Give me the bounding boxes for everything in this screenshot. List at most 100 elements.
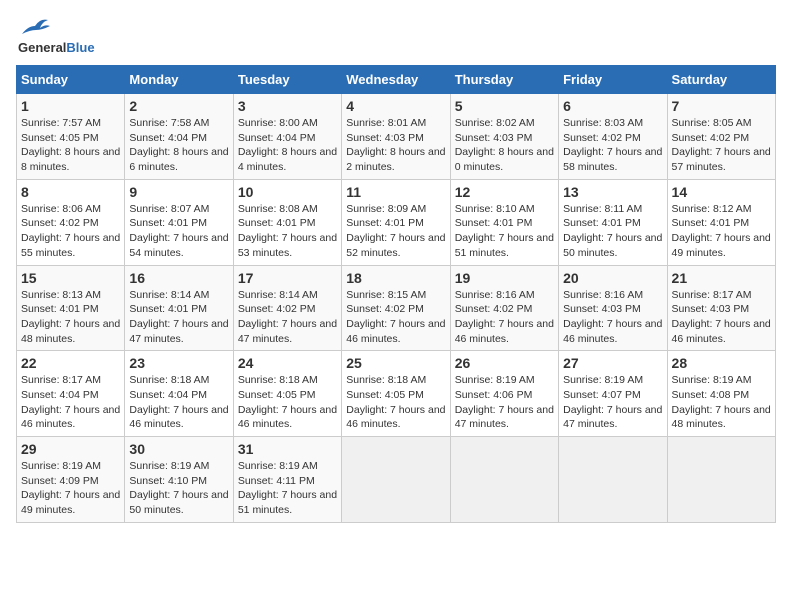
day-number: 13	[563, 184, 662, 200]
sunrise-label: Sunrise: 8:19 AM	[238, 460, 318, 472]
calendar-cell	[342, 437, 450, 523]
calendar-cell: 11 Sunrise: 8:09 AM Sunset: 4:01 PM Dayl…	[342, 179, 450, 265]
calendar-cell: 19 Sunrise: 8:16 AM Sunset: 4:02 PM Dayl…	[450, 265, 558, 351]
sunset-label: Sunset: 4:01 PM	[455, 217, 533, 229]
sunrise-label: Sunrise: 8:00 AM	[238, 117, 318, 129]
daylight-label: Daylight: 7 hours and 58 minutes.	[563, 146, 662, 173]
day-number: 11	[346, 184, 445, 200]
daylight-label: Daylight: 8 hours and 2 minutes.	[346, 146, 445, 173]
calendar-week-row: 8 Sunrise: 8:06 AM Sunset: 4:02 PM Dayli…	[17, 179, 776, 265]
daylight-label: Daylight: 7 hours and 46 minutes.	[672, 318, 771, 345]
daylight-label: Daylight: 7 hours and 51 minutes.	[455, 232, 554, 259]
sunset-label: Sunset: 4:08 PM	[672, 389, 750, 401]
logo-subtitle: GeneralBlue	[18, 40, 95, 55]
sunset-label: Sunset: 4:04 PM	[21, 389, 99, 401]
sunrise-label: Sunrise: 8:14 AM	[129, 289, 209, 301]
daylight-label: Daylight: 7 hours and 51 minutes.	[238, 489, 337, 516]
sunset-label: Sunset: 4:02 PM	[346, 303, 424, 315]
sunset-label: Sunset: 4:01 PM	[129, 303, 207, 315]
day-info: Sunrise: 8:19 AM Sunset: 4:07 PM Dayligh…	[563, 373, 662, 432]
day-number: 14	[672, 184, 771, 200]
sunset-label: Sunset: 4:06 PM	[455, 389, 533, 401]
day-number: 10	[238, 184, 337, 200]
day-number: 26	[455, 355, 554, 371]
day-number: 24	[238, 355, 337, 371]
sunrise-label: Sunrise: 8:18 AM	[238, 374, 318, 386]
column-header-saturday: Saturday	[667, 66, 775, 94]
sunset-label: Sunset: 4:02 PM	[563, 132, 641, 144]
day-number: 15	[21, 270, 120, 286]
day-number: 8	[21, 184, 120, 200]
sunset-label: Sunset: 4:02 PM	[238, 303, 316, 315]
day-number: 7	[672, 98, 771, 114]
column-header-tuesday: Tuesday	[233, 66, 341, 94]
calendar-cell: 24 Sunrise: 8:18 AM Sunset: 4:05 PM Dayl…	[233, 351, 341, 437]
day-number: 23	[129, 355, 228, 371]
sunrise-label: Sunrise: 8:16 AM	[455, 289, 535, 301]
sunrise-label: Sunrise: 8:15 AM	[346, 289, 426, 301]
day-info: Sunrise: 8:10 AM Sunset: 4:01 PM Dayligh…	[455, 202, 554, 261]
sunrise-label: Sunrise: 8:19 AM	[672, 374, 752, 386]
daylight-label: Daylight: 7 hours and 52 minutes.	[346, 232, 445, 259]
daylight-label: Daylight: 7 hours and 49 minutes.	[21, 489, 120, 516]
daylight-label: Daylight: 7 hours and 47 minutes.	[455, 404, 554, 431]
calendar-cell: 12 Sunrise: 8:10 AM Sunset: 4:01 PM Dayl…	[450, 179, 558, 265]
day-number: 5	[455, 98, 554, 114]
day-number: 12	[455, 184, 554, 200]
sunrise-label: Sunrise: 8:19 AM	[129, 460, 209, 472]
day-info: Sunrise: 8:19 AM Sunset: 4:08 PM Dayligh…	[672, 373, 771, 432]
daylight-label: Daylight: 7 hours and 46 minutes.	[455, 318, 554, 345]
day-info: Sunrise: 8:15 AM Sunset: 4:02 PM Dayligh…	[346, 288, 445, 347]
sunrise-label: Sunrise: 8:14 AM	[238, 289, 318, 301]
calendar-cell: 21 Sunrise: 8:17 AM Sunset: 4:03 PM Dayl…	[667, 265, 775, 351]
calendar-cell: 6 Sunrise: 8:03 AM Sunset: 4:02 PM Dayli…	[559, 94, 667, 180]
daylight-label: Daylight: 7 hours and 46 minutes.	[129, 404, 228, 431]
calendar-cell: 3 Sunrise: 8:00 AM Sunset: 4:04 PM Dayli…	[233, 94, 341, 180]
calendar-week-row: 29 Sunrise: 8:19 AM Sunset: 4:09 PM Dayl…	[17, 437, 776, 523]
calendar-cell: 7 Sunrise: 8:05 AM Sunset: 4:02 PM Dayli…	[667, 94, 775, 180]
day-info: Sunrise: 8:03 AM Sunset: 4:02 PM Dayligh…	[563, 116, 662, 175]
column-header-friday: Friday	[559, 66, 667, 94]
day-info: Sunrise: 8:18 AM Sunset: 4:04 PM Dayligh…	[129, 373, 228, 432]
day-info: Sunrise: 8:18 AM Sunset: 4:05 PM Dayligh…	[238, 373, 337, 432]
calendar-week-row: 22 Sunrise: 8:17 AM Sunset: 4:04 PM Dayl…	[17, 351, 776, 437]
page-header: GeneralBlue	[16, 16, 776, 55]
calendar-cell: 13 Sunrise: 8:11 AM Sunset: 4:01 PM Dayl…	[559, 179, 667, 265]
calendar-cell: 8 Sunrise: 8:06 AM Sunset: 4:02 PM Dayli…	[17, 179, 125, 265]
calendar-cell: 31 Sunrise: 8:19 AM Sunset: 4:11 PM Dayl…	[233, 437, 341, 523]
day-info: Sunrise: 8:19 AM Sunset: 4:11 PM Dayligh…	[238, 459, 337, 518]
sunrise-label: Sunrise: 8:07 AM	[129, 203, 209, 215]
day-info: Sunrise: 8:16 AM Sunset: 4:03 PM Dayligh…	[563, 288, 662, 347]
column-header-monday: Monday	[125, 66, 233, 94]
day-info: Sunrise: 8:08 AM Sunset: 4:01 PM Dayligh…	[238, 202, 337, 261]
calendar-week-row: 1 Sunrise: 7:57 AM Sunset: 4:05 PM Dayli…	[17, 94, 776, 180]
calendar-header-row: SundayMondayTuesdayWednesdayThursdayFrid…	[17, 66, 776, 94]
daylight-label: Daylight: 7 hours and 49 minutes.	[672, 232, 771, 259]
calendar-cell: 22 Sunrise: 8:17 AM Sunset: 4:04 PM Dayl…	[17, 351, 125, 437]
calendar-table: SundayMondayTuesdayWednesdayThursdayFrid…	[16, 65, 776, 523]
day-info: Sunrise: 8:16 AM Sunset: 4:02 PM Dayligh…	[455, 288, 554, 347]
sunset-label: Sunset: 4:01 PM	[346, 217, 424, 229]
calendar-cell: 16 Sunrise: 8:14 AM Sunset: 4:01 PM Dayl…	[125, 265, 233, 351]
day-number: 25	[346, 355, 445, 371]
calendar-cell: 27 Sunrise: 8:19 AM Sunset: 4:07 PM Dayl…	[559, 351, 667, 437]
day-info: Sunrise: 8:11 AM Sunset: 4:01 PM Dayligh…	[563, 202, 662, 261]
sunset-label: Sunset: 4:10 PM	[129, 475, 207, 487]
calendar-cell: 9 Sunrise: 8:07 AM Sunset: 4:01 PM Dayli…	[125, 179, 233, 265]
daylight-label: Daylight: 8 hours and 4 minutes.	[238, 146, 337, 173]
sunset-label: Sunset: 4:01 PM	[238, 217, 316, 229]
day-number: 29	[21, 441, 120, 457]
sunrise-label: Sunrise: 8:12 AM	[672, 203, 752, 215]
sunrise-label: Sunrise: 8:17 AM	[672, 289, 752, 301]
sunrise-label: Sunrise: 8:19 AM	[455, 374, 535, 386]
calendar-cell: 1 Sunrise: 7:57 AM Sunset: 4:05 PM Dayli…	[17, 94, 125, 180]
day-info: Sunrise: 8:06 AM Sunset: 4:02 PM Dayligh…	[21, 202, 120, 261]
daylight-label: Daylight: 7 hours and 50 minutes.	[563, 232, 662, 259]
logo: GeneralBlue	[16, 16, 95, 55]
day-info: Sunrise: 8:07 AM Sunset: 4:01 PM Dayligh…	[129, 202, 228, 261]
day-number: 1	[21, 98, 120, 114]
calendar-cell: 18 Sunrise: 8:15 AM Sunset: 4:02 PM Dayl…	[342, 265, 450, 351]
calendar-cell: 14 Sunrise: 8:12 AM Sunset: 4:01 PM Dayl…	[667, 179, 775, 265]
day-number: 30	[129, 441, 228, 457]
daylight-label: Daylight: 7 hours and 54 minutes.	[129, 232, 228, 259]
